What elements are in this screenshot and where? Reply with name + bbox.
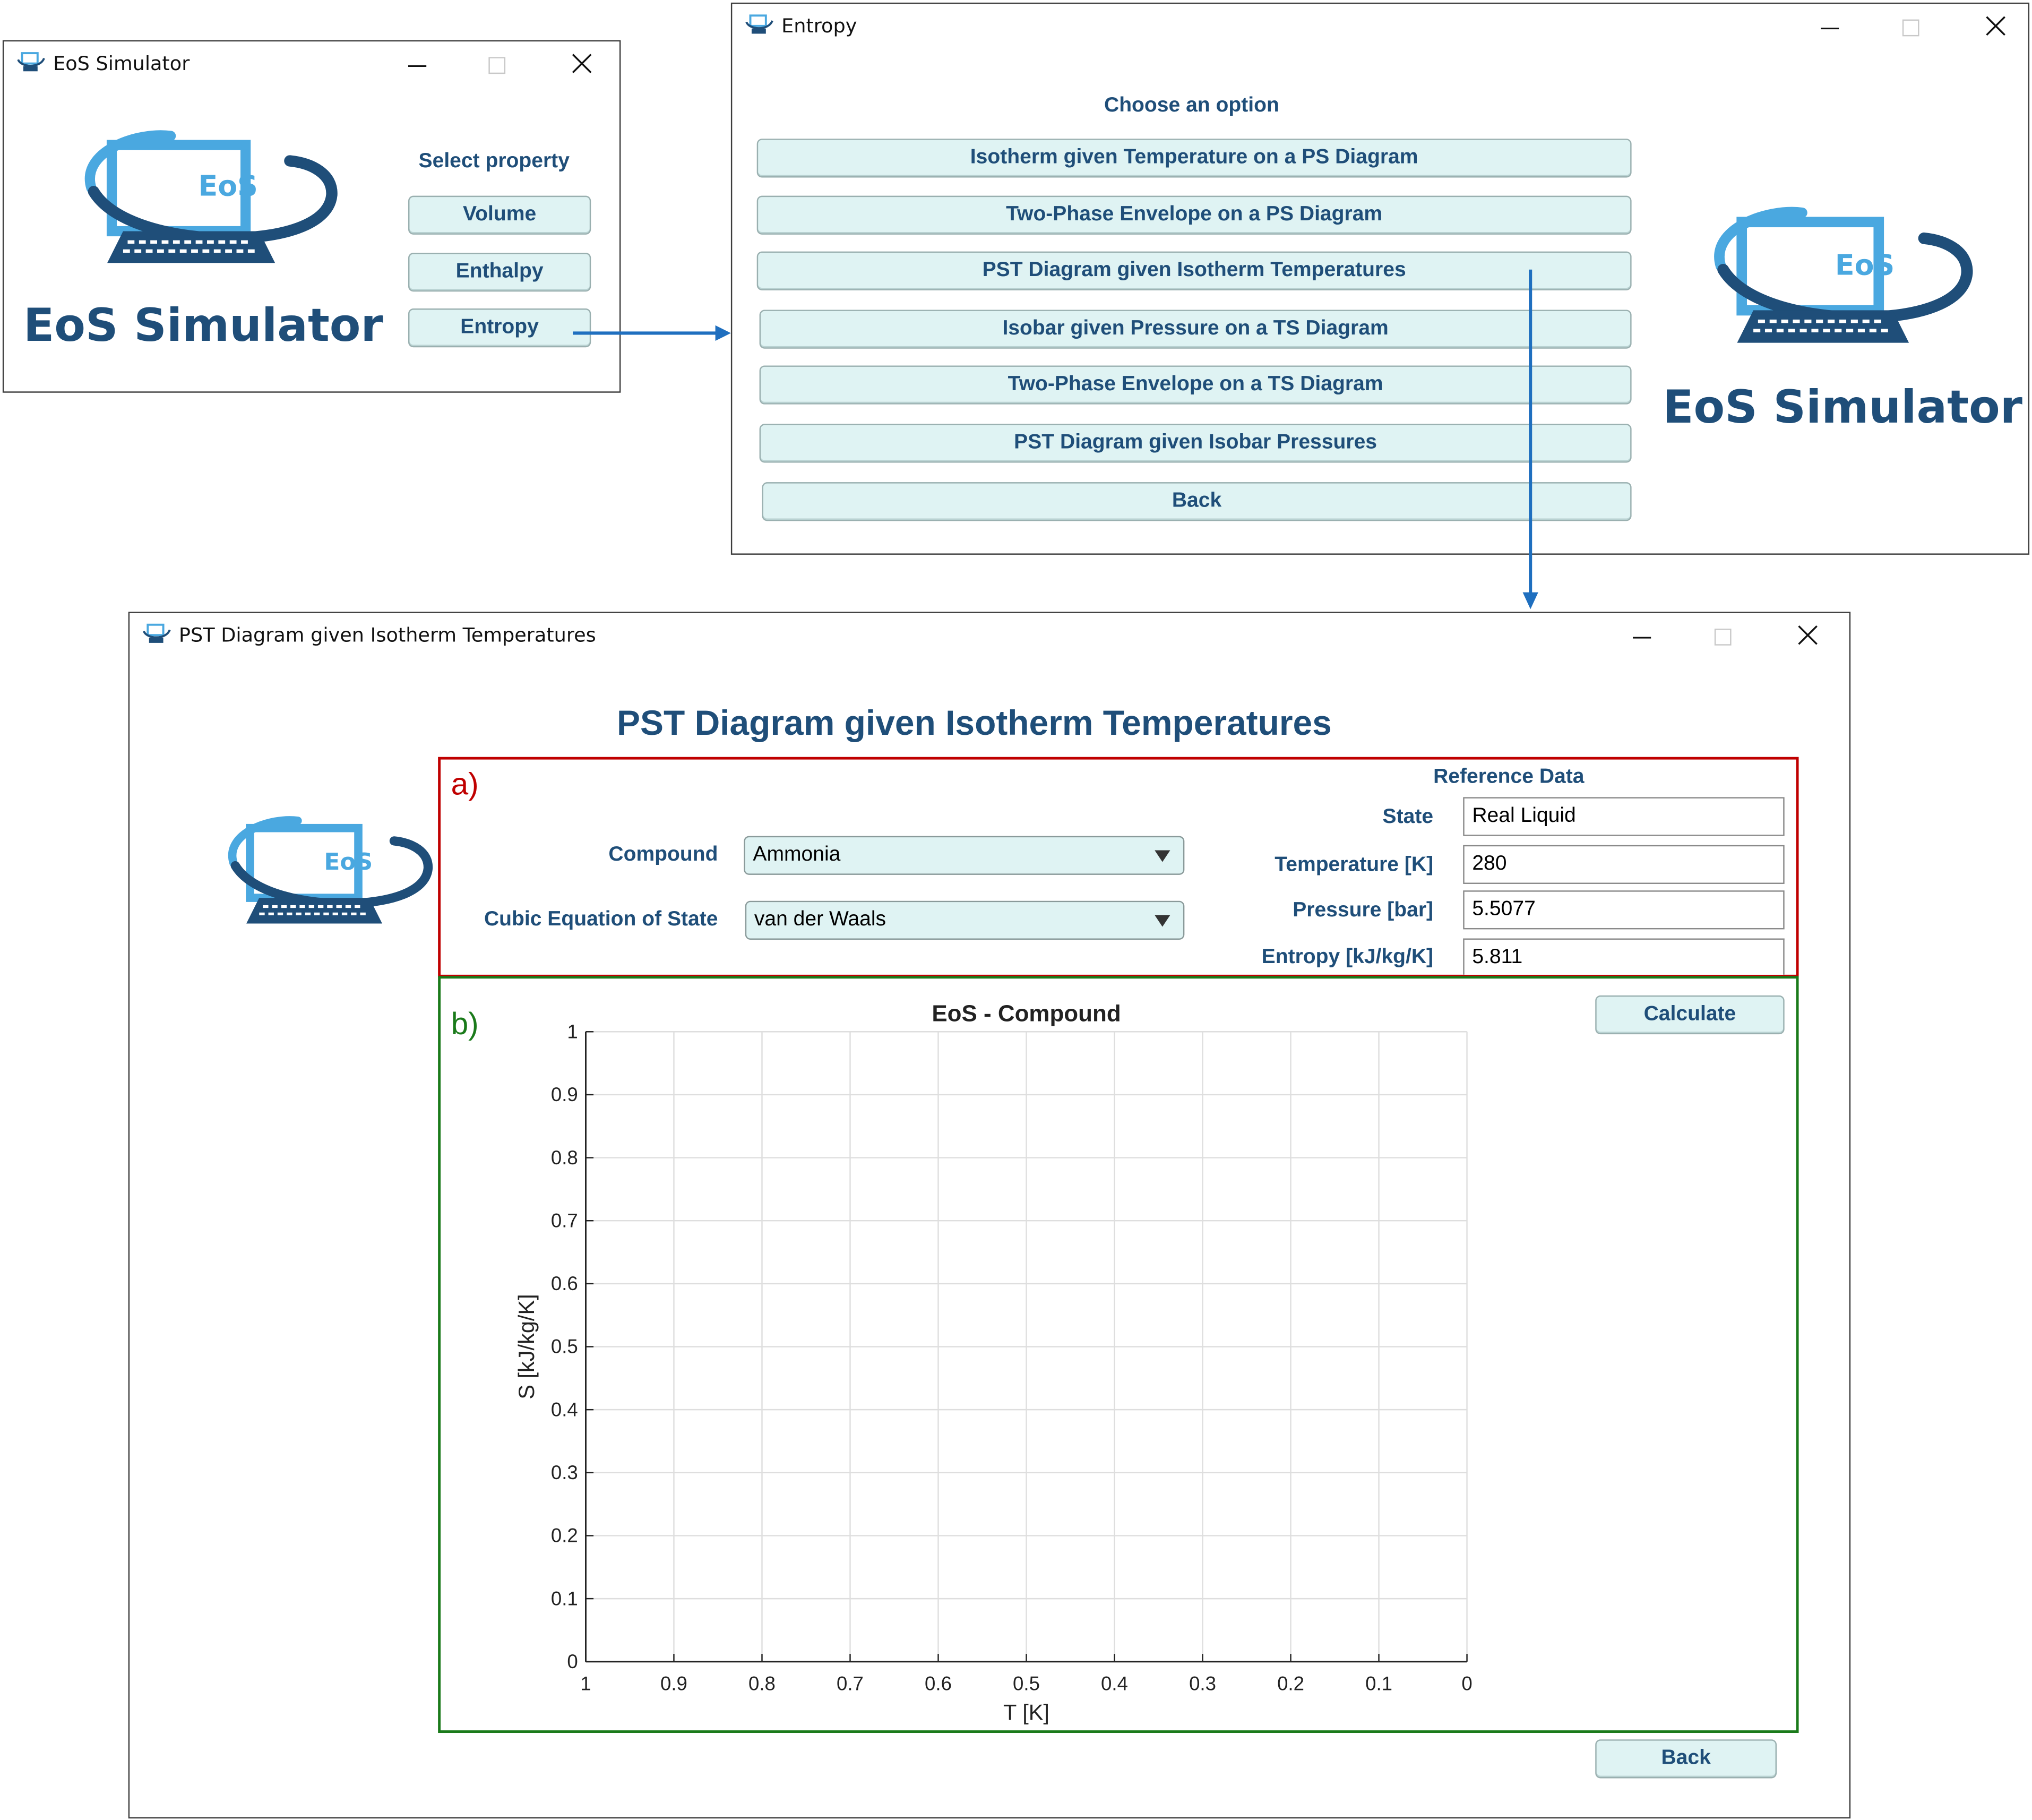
window-title: Entropy — [781, 14, 857, 38]
logo-badge: EoS — [1835, 250, 1895, 283]
x-tick-label: 0.3 — [1189, 1672, 1216, 1694]
chevron-down-icon — [1155, 915, 1170, 927]
pressure-label: Pressure [bar] — [1293, 899, 1434, 922]
reference-data-heading: Reference Data — [1433, 766, 1585, 788]
back-button[interactable]: Back — [1595, 1739, 1777, 1779]
temperature-field[interactable]: 280 — [1463, 845, 1785, 884]
x-tick-label: 0.1 — [1365, 1672, 1392, 1694]
pst-diagram-window: PST Diagram given Isotherm Temperatures … — [128, 612, 1851, 1819]
x-axis-label: T [K] — [1003, 1700, 1049, 1725]
page-title: PST Diagram given Isotherm Temperatures — [617, 703, 1332, 743]
temperature-label: Temperature [K] — [1275, 854, 1434, 877]
volume-button[interactable]: Volume — [408, 195, 591, 235]
title-bar: EoS Simulator — [4, 41, 619, 85]
x-tick-label: 0.2 — [1277, 1672, 1304, 1694]
x-tick-label: 0.8 — [748, 1672, 776, 1694]
select-property-heading: Select property — [418, 150, 570, 173]
minimize-button[interactable] — [386, 44, 446, 83]
close-button[interactable] — [1777, 616, 1836, 655]
y-tick-label: 0.2 — [551, 1525, 578, 1547]
option-pst-isotherm-button[interactable]: PST Diagram given Isotherm Temperatures — [756, 251, 1632, 290]
y-axis-label: S [kJ/kg/K] — [514, 1294, 539, 1399]
app-logo: EoS — [215, 808, 435, 942]
logo-badge: EoS — [198, 171, 258, 204]
y-tick-label: 0 — [567, 1651, 578, 1672]
choose-option-heading: Choose an option — [1104, 95, 1279, 117]
eos-value: van der Waals — [754, 908, 886, 931]
y-tick-label: 0.9 — [551, 1084, 578, 1105]
app-logo: EoS — [1698, 199, 1976, 364]
flow-arrow-pst — [1522, 269, 1538, 609]
logo-text: EoS Simulator — [23, 301, 383, 353]
chart-grid — [585, 1031, 1468, 1662]
entropy-field[interactable]: 5.811 — [1463, 938, 1785, 975]
x-tick-label: 0.9 — [660, 1672, 687, 1694]
x-tick-label: 0 — [1461, 1672, 1472, 1694]
compound-value: Ammonia — [753, 844, 841, 866]
y-tick-label: 0.1 — [551, 1587, 578, 1609]
eos-label: Cubic Equation of State — [484, 908, 718, 931]
y-tick-label: 0.4 — [551, 1398, 578, 1420]
x-tick-label: 0.4 — [1101, 1672, 1128, 1694]
close-button[interactable] — [1965, 6, 2024, 45]
x-tick-label: 1 — [580, 1672, 591, 1694]
option-isotherm-ps-button[interactable]: Isotherm given Temperature on a PS Diagr… — [756, 139, 1632, 178]
window-title: EoS Simulator — [53, 51, 190, 75]
maximize-button — [1692, 616, 1752, 655]
chart-title: EoS - Compound — [932, 1001, 1121, 1027]
title-bar: PST Diagram given Isotherm Temperatures — [130, 613, 1849, 657]
minimize-button[interactable] — [1799, 6, 1858, 45]
pressure-field[interactable]: 5.5077 — [1463, 890, 1785, 930]
section-a-label: a) — [451, 767, 479, 803]
compound-select[interactable]: Ammonia — [744, 836, 1185, 875]
state-field[interactable]: Real Liquid — [1463, 797, 1785, 836]
y-tick-label: 0.3 — [551, 1462, 578, 1483]
option-pst-isobar-button[interactable]: PST Diagram given Isobar Pressures — [759, 424, 1632, 463]
y-tick-label: 0.5 — [551, 1336, 578, 1358]
title-bar: Entropy — [732, 4, 2028, 48]
enthalpy-button[interactable]: Enthalpy — [408, 253, 591, 292]
window-title: PST Diagram given Isotherm Temperatures — [178, 623, 596, 647]
x-tick-label: 0.5 — [1013, 1672, 1040, 1694]
minimize-button[interactable] — [1611, 616, 1671, 655]
app-icon — [143, 622, 171, 646]
logo-badge: EoS — [324, 849, 373, 877]
close-button[interactable] — [551, 44, 610, 83]
eos-simulator-window: EoS Simulator EoS EoS Simulator Select p… — [2, 40, 621, 393]
y-tick-label: 0.6 — [551, 1273, 578, 1294]
flow-arrow-entropy — [573, 325, 731, 341]
app-icon — [17, 50, 46, 74]
entropy-window: Entropy Choose an option Isotherm given … — [730, 2, 2030, 555]
eos-select[interactable]: van der Waals — [745, 900, 1185, 940]
y-tick-label: 0.8 — [551, 1147, 578, 1169]
back-button[interactable]: Back — [762, 482, 1632, 521]
maximize-button — [1880, 6, 1940, 45]
entropy-label: Entropy [kJ/kg/K] — [1261, 946, 1434, 968]
entropy-button[interactable]: Entropy — [408, 308, 591, 348]
option-two-phase-ts-button[interactable]: Two-Phase Envelope on a TS Diagram — [759, 365, 1632, 405]
logo-text: EoS Simulator — [1663, 382, 2022, 434]
option-two-phase-ps-button[interactable]: Two-Phase Envelope on a PS Diagram — [756, 195, 1632, 235]
chevron-down-icon — [1155, 850, 1170, 862]
state-label: State — [1382, 806, 1434, 828]
app-logo: EoS — [68, 122, 341, 284]
x-tick-label: 0.6 — [925, 1672, 952, 1694]
app-icon — [745, 13, 774, 36]
section-b-box: b) Calculate 1 0.9 0.8 0.7 0.6 0.5 0.4 0.3 0.2 0.… — [438, 976, 1799, 1733]
y-tick-label: 0.7 — [551, 1209, 578, 1231]
option-isobar-ts-button[interactable]: Isobar given Pressure on a TS Diagram — [759, 310, 1632, 349]
x-tick-label: 0.7 — [837, 1672, 864, 1694]
section-a-box: a) Compound Ammonia Cubic Equation of St… — [438, 757, 1799, 977]
entropy-chart: 1 0.9 0.8 0.7 0.6 0.5 0.4 0.3 0.2 0.1 0 0 0.1 0.2 0.3… — [514, 1001, 1473, 1725]
compound-label: Compound — [608, 844, 718, 866]
y-tick-label: 1 — [567, 1020, 578, 1042]
maximize-button — [467, 44, 526, 83]
